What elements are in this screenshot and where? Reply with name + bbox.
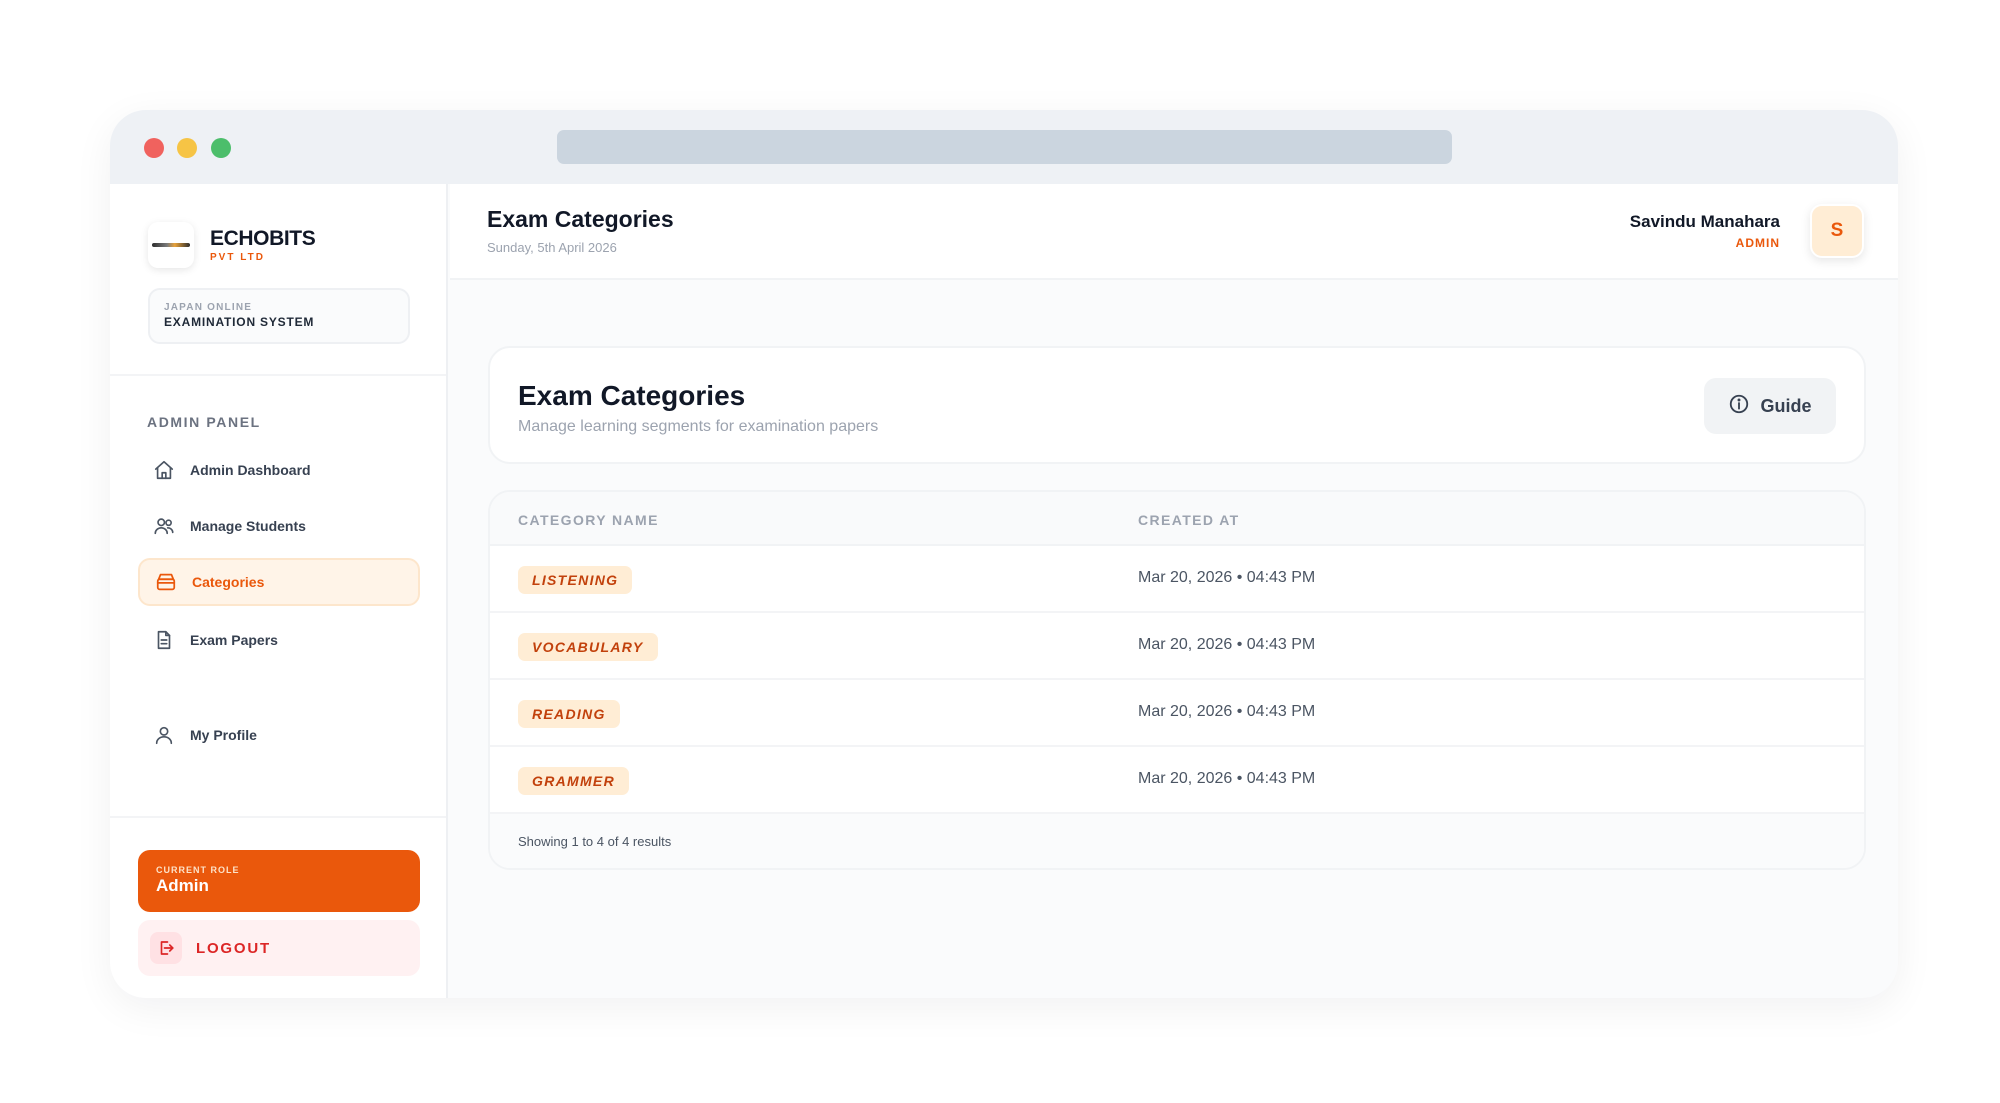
- guide-button[interactable]: Guide: [1704, 378, 1836, 434]
- pagination-summary: Showing 1 to 4 of 4 results: [518, 834, 672, 849]
- users-icon: [152, 514, 176, 538]
- browser-window: ECHOBITS PVT LTD JAPAN ONLINE EXAMINATIO…: [110, 110, 1898, 998]
- document-icon: [152, 628, 176, 652]
- page-title: Exam Categories: [487, 206, 674, 232]
- sidebar-item-my-profile[interactable]: My Profile: [138, 711, 420, 759]
- table-row[interactable]: GRAMMER Mar 20, 2026 • 04:43 PM: [490, 747, 1864, 814]
- sidebar: ECHOBITS PVT LTD JAPAN ONLINE EXAMINATIO…: [110, 184, 448, 998]
- categories-table: CATEGORY NAME CREATED AT LISTENING Mar 2…: [488, 490, 1866, 870]
- avatar[interactable]: S: [1810, 204, 1864, 258]
- user-icon: [152, 723, 176, 747]
- sidebar-item-manage-students[interactable]: Manage Students: [138, 502, 420, 550]
- sidebar-item-label: My Profile: [190, 727, 257, 743]
- logout-label: LOGOUT: [196, 939, 271, 957]
- system-name-line2: EXAMINATION SYSTEM: [164, 315, 315, 329]
- sidebar-divider: [110, 374, 446, 376]
- logout-button[interactable]: LOGOUT: [138, 920, 420, 976]
- brand[interactable]: ECHOBITS PVT LTD: [148, 222, 316, 268]
- user-role: ADMIN: [1735, 236, 1780, 250]
- table-row[interactable]: LISTENING Mar 20, 2026 • 04:43 PM: [490, 546, 1864, 613]
- sidebar-item-admin-dashboard[interactable]: Admin Dashboard: [138, 446, 420, 494]
- minimize-window-dot[interactable]: [177, 138, 197, 158]
- category-badge: LISTENING: [518, 566, 633, 594]
- info-icon: [1728, 393, 1750, 420]
- close-window-dot[interactable]: [144, 138, 164, 158]
- sidebar-item-label: Admin Dashboard: [190, 462, 311, 478]
- category-badge: GRAMMER: [518, 767, 629, 795]
- current-role-box: CURRENT ROLE Admin: [138, 850, 420, 912]
- table-header: CATEGORY NAME CREATED AT: [490, 492, 1864, 546]
- current-role-value: Admin: [156, 876, 209, 895]
- created-at-cell: Mar 20, 2026 • 04:43 PM: [1138, 569, 1316, 586]
- category-badge: READING: [518, 700, 620, 728]
- table-row[interactable]: VOCABULARY Mar 20, 2026 • 04:43 PM: [490, 613, 1864, 680]
- created-at-cell: Mar 20, 2026 • 04:43 PM: [1138, 636, 1316, 653]
- logout-icon: [150, 932, 182, 964]
- brand-name: ECHOBITS: [210, 226, 316, 250]
- box-icon: [154, 570, 178, 594]
- system-name-line1: JAPAN ONLINE: [164, 302, 253, 313]
- system-name-box: JAPAN ONLINE EXAMINATION SYSTEM: [148, 288, 410, 344]
- top-bar: Exam Categories Sunday, 5th April 2026 S…: [450, 184, 1898, 280]
- brand-subtitle: PVT LTD: [210, 251, 265, 263]
- home-icon: [152, 458, 176, 482]
- page-date: Sunday, 5th April 2026: [487, 240, 617, 255]
- maximize-window-dot[interactable]: [211, 138, 231, 158]
- address-bar[interactable]: [557, 130, 1452, 164]
- current-role-label: CURRENT ROLE: [156, 865, 240, 875]
- section-header-card: Exam Categories Manage learning segments…: [488, 346, 1866, 464]
- sidebar-section-label: ADMIN PANEL: [147, 414, 261, 430]
- section-title: Exam Categories: [518, 380, 746, 411]
- sidebar-item-categories[interactable]: Categories: [138, 558, 420, 606]
- user-name: Savindu Manahara: [1629, 212, 1780, 231]
- table-footer: Showing 1 to 4 of 4 results: [490, 814, 1864, 868]
- guide-button-label: Guide: [1760, 395, 1812, 416]
- category-badge: VOCABULARY: [518, 633, 658, 661]
- table-row[interactable]: READING Mar 20, 2026 • 04:43 PM: [490, 680, 1864, 747]
- column-header-category-name[interactable]: CATEGORY NAME: [518, 512, 659, 528]
- sidebar-item-exam-papers[interactable]: Exam Papers: [138, 616, 420, 664]
- sidebar-item-label: Categories: [192, 574, 265, 590]
- created-at-cell: Mar 20, 2026 • 04:43 PM: [1138, 770, 1316, 787]
- column-header-created-at[interactable]: CREATED AT: [1138, 512, 1240, 528]
- section-subtitle: Manage learning segments for examination…: [518, 418, 879, 435]
- brand-logo: [148, 222, 194, 268]
- created-at-cell: Mar 20, 2026 • 04:43 PM: [1138, 703, 1316, 720]
- window-titlebar: [110, 110, 1898, 184]
- sidebar-divider: [110, 816, 446, 818]
- sidebar-item-label: Manage Students: [190, 518, 306, 534]
- sidebar-item-label: Exam Papers: [190, 632, 278, 648]
